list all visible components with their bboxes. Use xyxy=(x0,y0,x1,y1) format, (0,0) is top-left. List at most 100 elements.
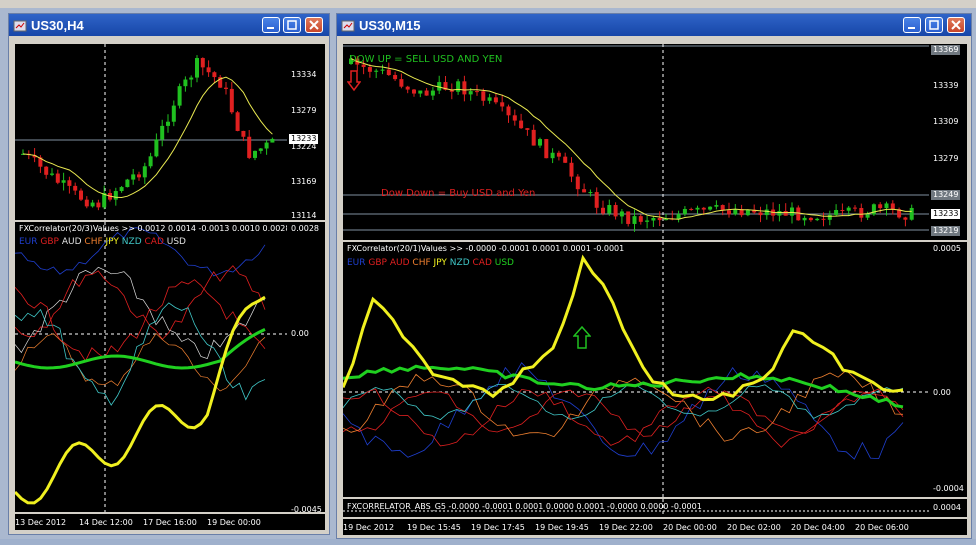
currency-line xyxy=(343,386,904,448)
close-button[interactable] xyxy=(947,17,965,33)
candle-body xyxy=(834,210,839,215)
candle-body xyxy=(538,139,542,146)
time-axis-label: 13 Dec 2012 xyxy=(15,518,67,527)
legend-usd: USD xyxy=(166,237,186,247)
maximize-button[interactable] xyxy=(925,17,943,33)
legend-cad: CAD xyxy=(472,258,492,268)
candle-body xyxy=(582,189,587,193)
top-toolbar-strip xyxy=(0,0,976,8)
candle-body xyxy=(374,70,379,72)
candle-body xyxy=(481,91,486,101)
candle-body xyxy=(241,130,246,137)
chart-icon xyxy=(341,20,355,32)
currency-line xyxy=(343,384,904,421)
time-axis: 13 Dec 2012 14 Dec 12:00 17 Dec 16:00 19… xyxy=(15,514,325,530)
currency-line xyxy=(343,362,904,460)
close-icon xyxy=(309,20,319,30)
currency-legend: EUR GBP AUD CHF JPY NZD CAD USD xyxy=(19,237,186,247)
legend-nzd: NZD xyxy=(449,258,470,268)
candle-body xyxy=(154,139,159,157)
moving-average-line xyxy=(22,76,273,199)
close-button[interactable] xyxy=(305,17,323,33)
candle-body xyxy=(142,166,147,178)
candle-body xyxy=(131,174,136,180)
legend-jpy: JPY xyxy=(433,258,447,268)
candle-body xyxy=(67,180,72,186)
price-axis-label: 13369 xyxy=(931,45,961,55)
candle-body xyxy=(200,58,205,68)
candle-body xyxy=(160,125,165,140)
indicator-axis-label: 0.00 xyxy=(291,329,309,338)
candle-body xyxy=(909,207,914,220)
candle-body xyxy=(487,97,492,101)
price-axis-label: 13219 xyxy=(931,226,961,236)
candle-body xyxy=(853,207,857,209)
candle-body xyxy=(500,102,505,107)
candle-body xyxy=(44,166,49,175)
candle-body xyxy=(859,208,864,218)
indicator-pane[interactable]: FXCorrelator(20/3)Values >> 0.0012 0.001… xyxy=(15,222,287,512)
legend-usd: USD xyxy=(494,258,514,268)
indicator-axis-label: 0.00 xyxy=(933,388,951,397)
currency-legend: EUR GBP AUD CHF JPY NZD CAD USD xyxy=(347,258,514,268)
indicator-axis-label: 0.0005 xyxy=(933,244,961,253)
minimize-button[interactable] xyxy=(903,17,921,33)
price-axis-label: 13309 xyxy=(933,117,959,126)
candle-body xyxy=(119,187,124,192)
candle-body xyxy=(96,202,101,208)
indicator-title: FXCorrelator(20/3)Values >> 0.0012 0.001… xyxy=(19,224,287,233)
time-axis-label: 14 Dec 12:00 xyxy=(79,518,133,527)
candle-body xyxy=(399,79,404,87)
abs-indicator-pane[interactable]: FXCORRELATOR_ABS_G5 -0.0000 -0.0001 0.00… xyxy=(343,499,929,517)
indicator-axis: 0.0028 0.00 -0.0045 xyxy=(287,222,325,514)
chart-window-us30-h4[interactable]: US30,H4 13334 13279 13233 13224 13169 13… xyxy=(8,13,330,535)
arrow-down-icon xyxy=(347,70,361,92)
candle-body xyxy=(475,91,479,93)
chart-window-us30-m15[interactable]: US30,M15 DOW UP = SELL USD AND YEN Dow D… xyxy=(336,13,972,539)
candle-body xyxy=(412,89,416,94)
note-dow-down: Dow Down = Buy USD and Yen xyxy=(381,188,536,199)
maximize-button[interactable] xyxy=(283,17,301,33)
legend-gbp: GBP xyxy=(40,237,59,247)
price-axis-label: 13169 xyxy=(291,177,317,186)
minimize-button[interactable] xyxy=(262,17,280,33)
window-title: US30,M15 xyxy=(359,18,421,33)
indicator-axis-label: 0.0028 xyxy=(291,224,319,233)
candle-body xyxy=(183,79,188,87)
candle-body xyxy=(493,97,498,103)
candle-body xyxy=(148,156,153,167)
minimized-windows-bar[interactable] xyxy=(0,539,976,545)
jpy-line xyxy=(15,295,266,505)
window-titlebar[interactable]: US30,H4 xyxy=(9,14,329,36)
candle-body xyxy=(815,218,820,221)
candlestick-chart xyxy=(15,44,287,220)
candle-body xyxy=(827,214,832,220)
candle-body xyxy=(701,207,706,210)
chart-icon xyxy=(13,20,27,32)
candle-body xyxy=(195,58,199,78)
candle-body xyxy=(525,128,530,130)
candle-body xyxy=(708,206,713,210)
currency-line xyxy=(15,227,266,277)
price-chart-pane[interactable]: DOW UP = SELL USD AND YEN Dow Down = Buy… xyxy=(343,44,929,240)
candle-body xyxy=(619,211,624,217)
abs-indicator-title: FXCORRELATOR_ABS_G5 -0.0000 -0.0001 0.00… xyxy=(347,502,702,511)
candle-body xyxy=(802,217,807,221)
indicator-axis-label: -0.0045 xyxy=(291,505,322,514)
fx-correlator-lines xyxy=(343,242,929,497)
candle-body xyxy=(456,81,461,92)
indicator-pane[interactable]: FXCorrelator(20/1)Values >> -0.0000 -0.0… xyxy=(343,242,929,497)
candle-body xyxy=(430,90,435,96)
window-titlebar[interactable]: US30,M15 xyxy=(337,14,971,36)
candle-body xyxy=(61,180,66,183)
candle-body xyxy=(84,199,89,207)
time-axis-label: 19 Dec 22:00 xyxy=(599,523,653,532)
price-axis-label: 13334 xyxy=(291,70,317,79)
candle-body xyxy=(601,207,605,214)
candle-body xyxy=(745,209,750,216)
price-chart-pane[interactable] xyxy=(15,44,287,220)
candle-body xyxy=(386,69,391,76)
candle-body xyxy=(189,77,194,80)
fx-correlator-lines xyxy=(15,222,287,512)
minimize-icon xyxy=(267,27,274,29)
